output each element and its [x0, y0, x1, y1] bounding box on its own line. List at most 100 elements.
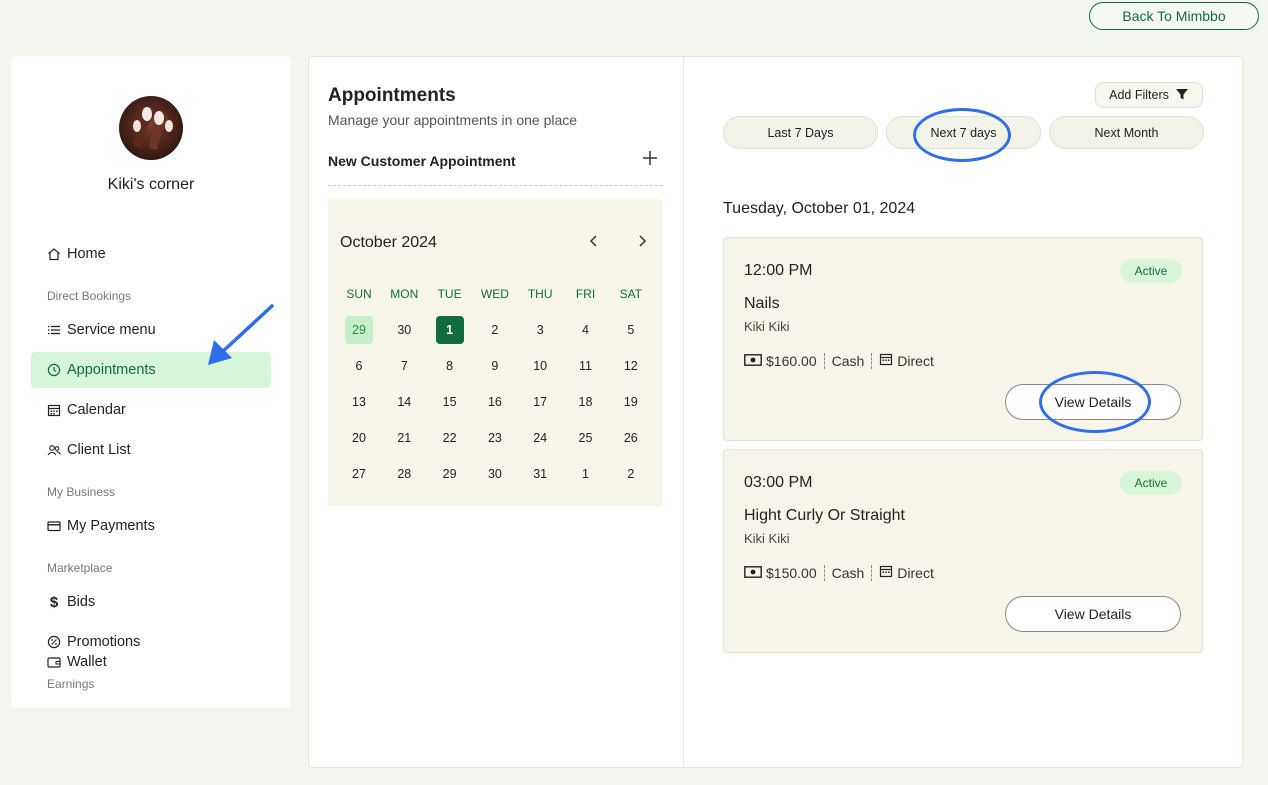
- sidebar-item-bids[interactable]: $ Bids: [31, 584, 271, 620]
- users-icon: [47, 443, 61, 457]
- section-direct-bookings: Direct Bookings: [47, 289, 132, 303]
- calendar-day[interactable]: 21: [390, 424, 418, 452]
- sidebar-item-wallet[interactable]: Wallet: [31, 644, 271, 680]
- sidebar-item-label: Appointments: [67, 362, 156, 378]
- appointment-price: $160.00: [766, 352, 817, 369]
- appointment-card: 12:00 PM Active Nails Kiki Kiki $160.00 …: [723, 237, 1203, 441]
- business-name: Kiki's corner: [107, 176, 195, 193]
- weekday-label: THU: [527, 287, 553, 301]
- payment-method: Cash: [831, 352, 865, 369]
- filter-icon: [1175, 87, 1189, 104]
- calendar-day[interactable]: 2: [617, 460, 645, 488]
- calendar-day[interactable]: 11: [572, 352, 600, 380]
- page-title: Appointments: [328, 85, 456, 106]
- cash-icon: [744, 565, 762, 581]
- weekday-label: FRI: [575, 287, 596, 301]
- calendar-day[interactable]: 27: [345, 460, 373, 488]
- sidebar-item-label: Calendar: [67, 402, 126, 418]
- range-next-month[interactable]: Next Month: [1049, 116, 1204, 149]
- calendar-day[interactable]: 17: [526, 388, 554, 416]
- add-filters-button[interactable]: Add Filters: [1095, 82, 1203, 108]
- calendar-day[interactable]: 3: [526, 316, 554, 344]
- calendar-day[interactable]: 12: [617, 352, 645, 380]
- booking-channel: Direct: [897, 564, 934, 581]
- calendar-icon: [879, 352, 893, 369]
- card-icon: [47, 519, 61, 533]
- add-filters-label: Add Filters: [1109, 88, 1169, 102]
- back-to-mimbbo-button[interactable]: Back To Mimbbo: [1089, 2, 1259, 30]
- calendar-day[interactable]: 15: [436, 388, 464, 416]
- sidebar-item-home[interactable]: Home: [31, 236, 271, 272]
- calendar-day[interactable]: 2: [481, 316, 509, 344]
- panel-divider: [683, 57, 684, 769]
- plus-icon[interactable]: [641, 149, 659, 167]
- calendar-day[interactable]: 18: [572, 388, 600, 416]
- calendar-day[interactable]: 28: [390, 460, 418, 488]
- sidebar-item-label: Service menu: [67, 322, 156, 338]
- appointment-price: $150.00: [766, 564, 817, 581]
- weekday-label: TUE: [437, 287, 462, 301]
- dollar-icon: $: [49, 593, 59, 611]
- divider: [328, 185, 663, 186]
- weekday-label: SAT: [619, 287, 643, 301]
- calendar-day[interactable]: 14: [390, 388, 418, 416]
- range-last-7-days[interactable]: Last 7 Days: [723, 116, 878, 149]
- service-name: Hight Curly Or Straight: [744, 507, 905, 524]
- wallet-icon: [47, 655, 61, 669]
- cash-icon: [744, 353, 762, 369]
- clock-icon: [47, 363, 61, 377]
- calendar-day[interactable]: 19: [617, 388, 645, 416]
- sidebar: Kiki's corner Home Direct Bookings Servi…: [11, 56, 291, 708]
- calendar-day[interactable]: 23: [481, 424, 509, 452]
- section-marketplace: Marketplace: [47, 561, 113, 575]
- calendar-day[interactable]: 1: [435, 316, 464, 344]
- sidebar-item-client-list[interactable]: Client List: [31, 432, 271, 468]
- calendar-day[interactable]: 13: [345, 388, 373, 416]
- view-details-button[interactable]: View Details: [1005, 596, 1181, 632]
- calendar-day[interactable]: 4: [572, 316, 600, 344]
- calendar-day[interactable]: 5: [617, 316, 645, 344]
- service-name: Nails: [744, 295, 780, 312]
- arrow-annotation: [208, 304, 274, 365]
- calendar-day[interactable]: 29: [345, 316, 373, 344]
- new-customer-appointment-label[interactable]: New Customer Appointment: [328, 153, 516, 169]
- sidebar-item-label: Home: [67, 246, 106, 262]
- weekday-label: MON: [390, 287, 419, 301]
- sidebar-item-my-payments[interactable]: My Payments: [31, 508, 271, 544]
- avatar: [119, 96, 183, 160]
- sidebar-item-label: Client List: [67, 442, 131, 458]
- chevron-left-icon[interactable]: [586, 233, 602, 249]
- calendar-day[interactable]: 16: [481, 388, 509, 416]
- chevron-right-icon[interactable]: [634, 233, 650, 249]
- calendar-day[interactable]: 1: [572, 460, 600, 488]
- calendar-day[interactable]: 30: [390, 316, 418, 344]
- calendar-day[interactable]: 29: [436, 460, 464, 488]
- calendar-month-label: October 2024: [340, 234, 437, 251]
- sidebar-item-calendar[interactable]: Calendar: [31, 392, 271, 428]
- calendar-icon: [47, 403, 61, 417]
- calendar-day[interactable]: 8: [436, 352, 464, 380]
- home-icon: [47, 247, 61, 261]
- calendar-day[interactable]: 7: [390, 352, 418, 380]
- payment-method: Cash: [831, 564, 865, 581]
- calendar-day[interactable]: 31: [526, 460, 554, 488]
- calendar-day[interactable]: 25: [572, 424, 600, 452]
- calendar-day[interactable]: 6: [345, 352, 373, 380]
- main-panel: Appointments Manage your appointments in…: [308, 56, 1243, 769]
- highlight-circle: [913, 108, 1011, 162]
- calendar-day[interactable]: 10: [526, 352, 554, 380]
- calendar-day[interactable]: 24: [526, 424, 554, 452]
- date-heading: Tuesday, October 01, 2024: [723, 200, 916, 217]
- booking-channel: Direct: [897, 352, 934, 369]
- calendar-icon: [879, 564, 893, 581]
- calendar-day[interactable]: 30: [481, 460, 509, 488]
- weekday-label: WED: [480, 287, 509, 301]
- appointment-meta: $150.00 Cash Direct: [744, 564, 934, 581]
- appointment-meta: $160.00 Cash Direct: [744, 352, 934, 369]
- calendar-day[interactable]: 20: [345, 424, 373, 452]
- sidebar-item-label: Wallet: [67, 654, 107, 670]
- calendar-day[interactable]: 26: [617, 424, 645, 452]
- calendar-day[interactable]: 9: [481, 352, 509, 380]
- appointment-time: 12:00 PM: [744, 262, 813, 279]
- calendar-day[interactable]: 22: [436, 424, 464, 452]
